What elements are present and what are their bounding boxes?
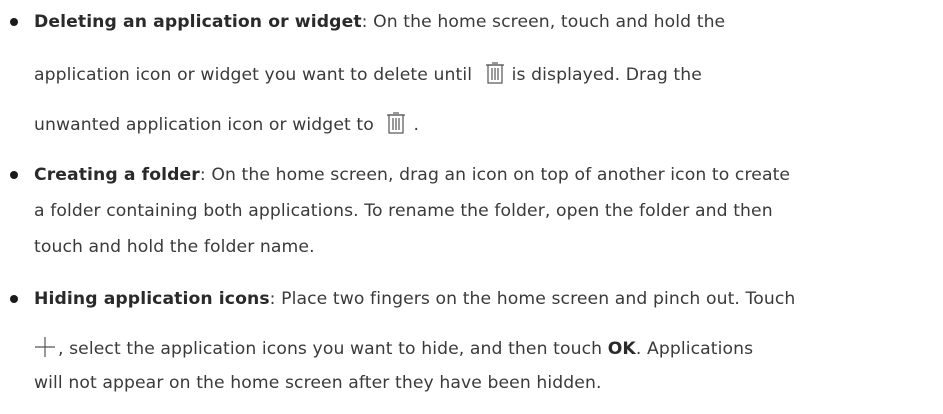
ok-label: OK (607, 339, 636, 359)
bullet-icon (10, 295, 18, 303)
plus-icon (34, 336, 56, 364)
trash-can-icon (484, 62, 506, 90)
item-line: application icon or widget you want to d… (34, 62, 702, 90)
item-line: Creating a folder: On the home screen, d… (34, 164, 790, 186)
item-line: Deleting an application or widget: On th… (34, 11, 725, 33)
item-text: is displayed. Drag the (511, 65, 702, 85)
item-line: , select the application icons you want … (34, 336, 753, 364)
item-text: . (413, 115, 420, 135)
item-title: Creating a folder (34, 165, 200, 185)
bullet-icon (10, 18, 18, 26)
item-text: : On the home screen, touch and hold the (361, 12, 726, 32)
item-text: . Applications (635, 339, 754, 359)
item-line: touch and hold the folder name. (34, 236, 315, 258)
item-text: will not appear on the home screen after… (34, 373, 602, 393)
item-text: : Place two fingers on the home screen a… (269, 289, 796, 309)
trash-can-icon (385, 112, 407, 140)
item-text: : On the home screen, drag an icon on to… (199, 165, 791, 185)
item-text: , select the application icons you want … (58, 339, 603, 359)
bullet-icon (10, 171, 18, 179)
item-text: unwanted application icon or widget to (34, 115, 374, 135)
item-title: Hiding application icons (34, 289, 270, 309)
item-text: a folder containing both applications. T… (34, 201, 773, 221)
item-title: Deleting an application or widget (34, 12, 362, 32)
item-line: Hiding application icons: Place two fing… (34, 288, 795, 310)
item-line: will not appear on the home screen after… (34, 372, 602, 394)
item-text: touch and hold the folder name. (34, 237, 315, 257)
item-text: application icon or widget you want to d… (34, 65, 473, 85)
item-line: unwanted application icon or widget to . (34, 112, 419, 140)
item-line: a folder containing both applications. T… (34, 200, 773, 222)
